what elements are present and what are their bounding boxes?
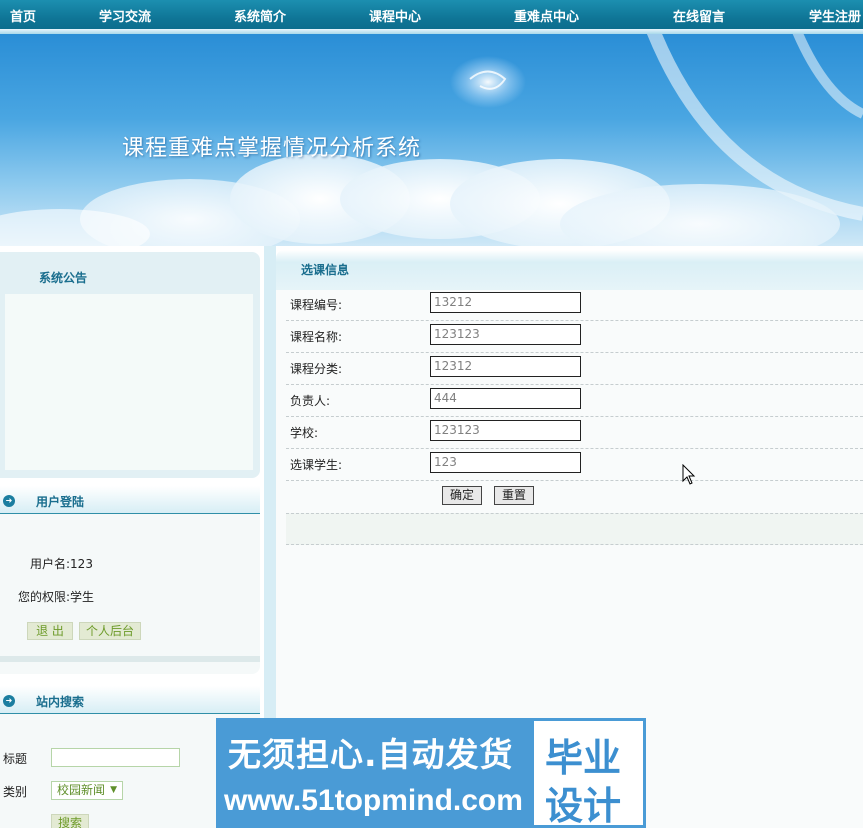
category-selected-value: 校园新闻: [57, 783, 106, 797]
reset-button[interactable]: 重置: [494, 486, 534, 505]
course-name-label: 课程名称:: [290, 330, 343, 344]
school-label: 学校:: [290, 426, 319, 440]
form-footer-row: [286, 513, 863, 545]
form-row-school: 学校: 123123: [286, 417, 863, 449]
course-id-label: 课程编号:: [290, 298, 343, 312]
ad-slogan: 无须担心.自动发货: [228, 735, 514, 774]
personal-backend-button[interactable]: 个人后台: [79, 622, 141, 640]
course-category-label: 课程分类:: [290, 362, 343, 376]
course-id-input[interactable]: 13212: [430, 292, 581, 313]
login-panel-title: 用户登陆: [36, 495, 85, 509]
notice-content: [5, 294, 253, 470]
form-row-course-category: 课程分类: 12312: [286, 353, 863, 385]
form-row-person-in-charge: 负责人: 444: [286, 385, 863, 417]
ad-badge-line2: 设计: [545, 784, 622, 828]
search-panel-title: 站内搜索: [36, 695, 85, 709]
course-name-input[interactable]: 123123: [430, 324, 581, 345]
selected-student-input[interactable]: 123: [430, 452, 581, 473]
user-role: 您的权限:学生: [18, 590, 95, 604]
mouse-cursor-icon: [682, 464, 696, 485]
main-panel-header: 选课信息: [276, 250, 863, 290]
search-title-label: 标题: [3, 752, 28, 766]
arrow-circle-icon: ➜: [3, 695, 15, 707]
nav-item-system-intro[interactable]: 系统简介: [234, 6, 286, 25]
search-panel-header: ➜ 站内搜索: [0, 686, 260, 714]
site-title: 课程重难点掌握情况分析系统: [122, 136, 422, 161]
search-button[interactable]: 搜索: [51, 814, 89, 828]
search-title-input[interactable]: [51, 748, 180, 767]
ad-url: www.51topmind.com: [224, 784, 523, 817]
form-row-course-id: 课程编号: 13212: [286, 289, 863, 321]
nav-item-study-exchange[interactable]: 学习交流: [99, 6, 151, 25]
person-in-charge-input[interactable]: 444: [430, 388, 581, 409]
main-panel-title: 选课信息: [301, 263, 350, 277]
header-banner: 课程重难点掌握情况分析系统: [0, 34, 863, 246]
school-input[interactable]: 123123: [430, 420, 581, 441]
ad-badge-line1: 毕业: [545, 736, 622, 780]
nav-item-key-points-center[interactable]: 重难点中心: [514, 6, 579, 25]
confirm-button[interactable]: 确定: [442, 486, 482, 505]
nav-item-home[interactable]: 首页: [10, 6, 36, 25]
logout-button[interactable]: 退 出: [27, 622, 73, 640]
watermark-advertisement: 无须担心.自动发货 www.51topmind.com 毕业 设计: [216, 718, 646, 828]
form-row-course-name: 课程名称: 123123: [286, 321, 863, 353]
nav-item-student-register[interactable]: 学生注册: [809, 6, 861, 25]
arrow-circle-icon: ➜: [3, 495, 15, 507]
course-category-input[interactable]: 12312: [430, 356, 581, 377]
notice-panel-title: 系统公告: [39, 271, 88, 285]
category-select[interactable]: 校园新闻 ▼: [51, 781, 123, 800]
form-row-selected-student: 选课学生: 123: [286, 449, 863, 481]
logged-in-username: 用户名:123: [30, 557, 93, 571]
top-navigation-bar: 首页 学习交流 系统简介 课程中心 重难点中心 在线留言 学生注册: [0, 0, 863, 34]
selected-student-label: 选课学生:: [290, 458, 343, 472]
notice-panel: 系统公告: [0, 252, 260, 478]
user-login-panel: ➜ 用户登陆 用户名:123 您的权限:学生 退 出 个人后台: [0, 486, 260, 674]
login-panel-header: ➜ 用户登陆: [0, 486, 260, 514]
panel-divider: [0, 656, 260, 662]
search-category-label: 类别: [3, 785, 28, 799]
person-in-charge-label: 负责人:: [290, 394, 331, 408]
nav-item-course-center[interactable]: 课程中心: [369, 6, 421, 25]
nav-item-online-message[interactable]: 在线留言: [673, 6, 725, 25]
ad-badge: 毕业 设计: [534, 721, 643, 828]
chevron-down-icon: ▼: [110, 785, 117, 795]
